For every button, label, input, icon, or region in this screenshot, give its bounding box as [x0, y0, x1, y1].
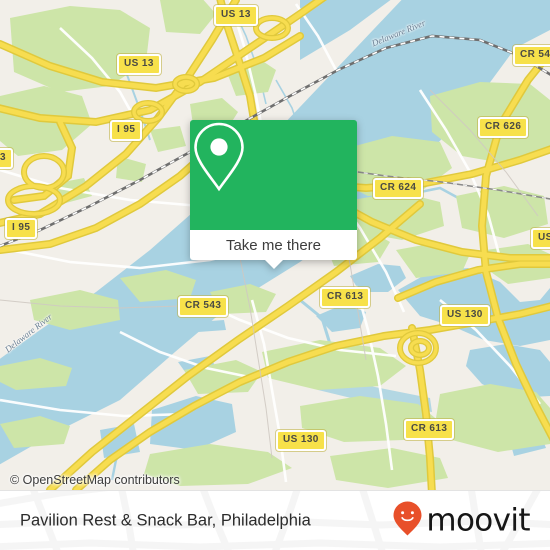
- road-shield: CR 624: [373, 178, 424, 199]
- osm-attribution[interactable]: © OpenStreetMap contributors: [10, 473, 180, 487]
- footer-bar: Pavilion Rest & Snack Bar, Philadelphia …: [0, 490, 550, 550]
- moovit-wordmark: moovit: [426, 502, 530, 539]
- popup-image-area: [190, 120, 357, 230]
- road-shield: US 130: [440, 305, 490, 326]
- road-shield: CR 613: [320, 287, 371, 308]
- screenshot-root: US 13 US 13 I 95 3 I 95 CR 543 CR 626 CR…: [0, 0, 550, 550]
- road-shield: CR 626: [478, 117, 529, 138]
- moovit-logo[interactable]: moovit: [392, 501, 531, 542]
- take-me-there-button[interactable]: Take me there: [190, 230, 357, 260]
- road-shield: CR 613: [404, 419, 455, 440]
- moovit-pin-smiley-icon: [392, 501, 423, 542]
- road-shield: US 13: [117, 54, 161, 75]
- popup-pointer: [264, 260, 283, 269]
- road-shield: US 130: [276, 430, 326, 451]
- map-canvas[interactable]: US 13 US 13 I 95 3 I 95 CR 543 CR 626 CR…: [0, 0, 550, 490]
- place-title: Pavilion Rest & Snack Bar, Philadelphia: [20, 511, 311, 530]
- road-shield: CR 543: [178, 296, 229, 317]
- place-popup-card[interactable]: Take me there: [190, 120, 357, 269]
- road-shield: US: [531, 228, 550, 249]
- road-shield: I 95: [110, 120, 143, 141]
- road-shield: CR 543: [513, 45, 550, 66]
- road-shield: 3: [0, 148, 13, 169]
- road-shield: I 95: [5, 218, 38, 239]
- road-shield: US 13: [214, 5, 258, 26]
- take-me-there-label: Take me there: [225, 236, 322, 254]
